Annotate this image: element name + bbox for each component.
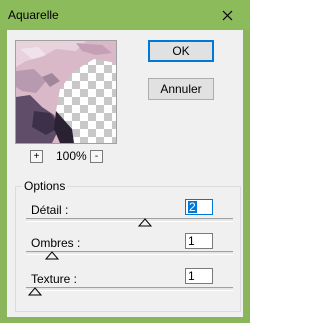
zoom-in-button[interactable]: +: [30, 150, 43, 163]
preview-canvas: [16, 41, 116, 143]
cancel-button[interactable]: Annuler: [148, 78, 214, 100]
detail-label: Détail :: [31, 203, 69, 217]
cancel-button-label: Annuler: [160, 82, 202, 96]
options-group-label: Options: [22, 179, 68, 193]
texture-slider-track[interactable]: [26, 287, 233, 291]
dialog-body: + 100% - OK Annuler Options Détail : 2 O…: [7, 30, 243, 317]
zoom-out-icon: -: [94, 150, 99, 162]
ombres-input[interactable]: 1: [185, 233, 213, 249]
ok-button[interactable]: OK: [148, 40, 214, 62]
window-title: Aquarelle: [8, 8, 59, 22]
detail-slider-thumb[interactable]: [138, 218, 152, 227]
ombres-label: Ombres :: [31, 236, 81, 250]
texture-input[interactable]: 1: [185, 268, 213, 284]
ombres-value: 1: [188, 234, 195, 248]
detail-value: 2: [188, 200, 197, 214]
filter-dialog: Aquarelle + 100% - OK Annuler Options Dé…: [0, 0, 250, 323]
zoom-level: 100%: [56, 149, 87, 163]
close-icon: [222, 10, 232, 20]
texture-value: 1: [188, 269, 195, 283]
zoom-in-icon: +: [33, 150, 40, 162]
ok-button-label: OK: [172, 44, 190, 58]
close-button[interactable]: [204, 0, 250, 30]
zoom-out-button[interactable]: -: [90, 150, 103, 163]
ombres-slider-thumb[interactable]: [45, 251, 59, 260]
detail-input[interactable]: 2: [185, 199, 213, 215]
title-bar[interactable]: Aquarelle: [0, 0, 250, 30]
detail-slider-track[interactable]: [26, 218, 233, 222]
texture-slider-thumb[interactable]: [28, 287, 42, 296]
preview-image[interactable]: [15, 40, 117, 144]
texture-label: Texture :: [31, 272, 78, 286]
